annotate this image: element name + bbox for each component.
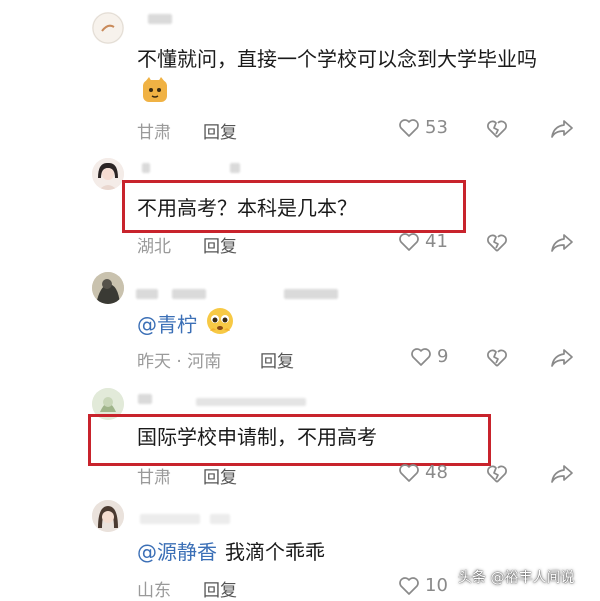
broken-heart-icon bbox=[487, 349, 507, 367]
dislike-button[interactable] bbox=[485, 117, 509, 141]
heart-outline-icon bbox=[399, 118, 419, 137]
heart-outline-icon bbox=[399, 232, 419, 251]
dislike-button[interactable] bbox=[485, 231, 509, 255]
heart-outline-icon bbox=[399, 576, 419, 595]
like-count: 41 bbox=[425, 231, 448, 252]
comment-text: @源静香 我滴个乖乖 bbox=[137, 540, 325, 564]
dislike-button[interactable] bbox=[485, 346, 509, 370]
like-button[interactable]: 10 bbox=[398, 575, 448, 596]
commenter-avatar[interactable] bbox=[92, 12, 124, 44]
commenter-avatar[interactable] bbox=[92, 500, 124, 532]
reply-button[interactable]: 回复 bbox=[203, 118, 237, 143]
mention-link[interactable]: @青柠 bbox=[137, 313, 197, 337]
heart-outline-icon bbox=[411, 347, 431, 366]
share-arrow-icon bbox=[551, 234, 573, 252]
comment-location: 山东 bbox=[137, 581, 171, 601]
like-button[interactable]: 9 bbox=[410, 346, 448, 367]
broken-heart-icon bbox=[487, 234, 507, 252]
like-count: 53 bbox=[425, 117, 448, 138]
reply-button[interactable]: 回复 bbox=[203, 576, 237, 601]
comment-text: 不懂就问，直接一个学校可以念到大学毕业吗 bbox=[137, 42, 567, 114]
commenter-avatar[interactable] bbox=[92, 272, 124, 304]
share-button[interactable] bbox=[550, 118, 574, 140]
share-arrow-icon bbox=[551, 120, 573, 138]
like-button[interactable]: 53 bbox=[398, 117, 448, 138]
like-button[interactable]: 48 bbox=[398, 462, 448, 483]
like-count: 9 bbox=[437, 346, 449, 367]
pleading-face-icon bbox=[205, 306, 235, 346]
comment-location: 甘肃 bbox=[137, 468, 171, 488]
broken-heart-icon bbox=[487, 120, 507, 138]
reply-button[interactable]: 回复 bbox=[260, 347, 294, 372]
share-arrow-icon bbox=[551, 465, 573, 483]
comment-location: 湖北 bbox=[137, 237, 171, 257]
share-arrow-icon bbox=[551, 349, 573, 367]
comment-location: 甘肃 bbox=[137, 123, 171, 143]
dislike-button[interactable] bbox=[485, 462, 509, 486]
share-button[interactable] bbox=[550, 232, 574, 254]
share-button[interactable] bbox=[550, 463, 574, 485]
highlight-box bbox=[88, 414, 491, 466]
cat-face-icon bbox=[141, 76, 169, 114]
broken-heart-icon bbox=[487, 465, 507, 483]
reply-button[interactable]: 回复 bbox=[203, 463, 237, 488]
like-button[interactable]: 41 bbox=[398, 231, 448, 252]
watermark: 头条 @裕丰人间说 bbox=[458, 570, 575, 586]
share-button[interactable] bbox=[550, 347, 574, 369]
highlight-box bbox=[122, 180, 466, 233]
like-count: 10 bbox=[425, 575, 448, 596]
comment-text: @青柠 bbox=[137, 306, 235, 346]
like-count: 48 bbox=[425, 462, 448, 483]
mention-link[interactable]: @源静香 bbox=[137, 540, 217, 564]
heart-outline-icon bbox=[399, 463, 419, 482]
reply-button[interactable]: 回复 bbox=[203, 232, 237, 257]
comment-location: 昨天 · 河南 bbox=[137, 352, 222, 372]
commenter-avatar[interactable] bbox=[92, 158, 124, 190]
